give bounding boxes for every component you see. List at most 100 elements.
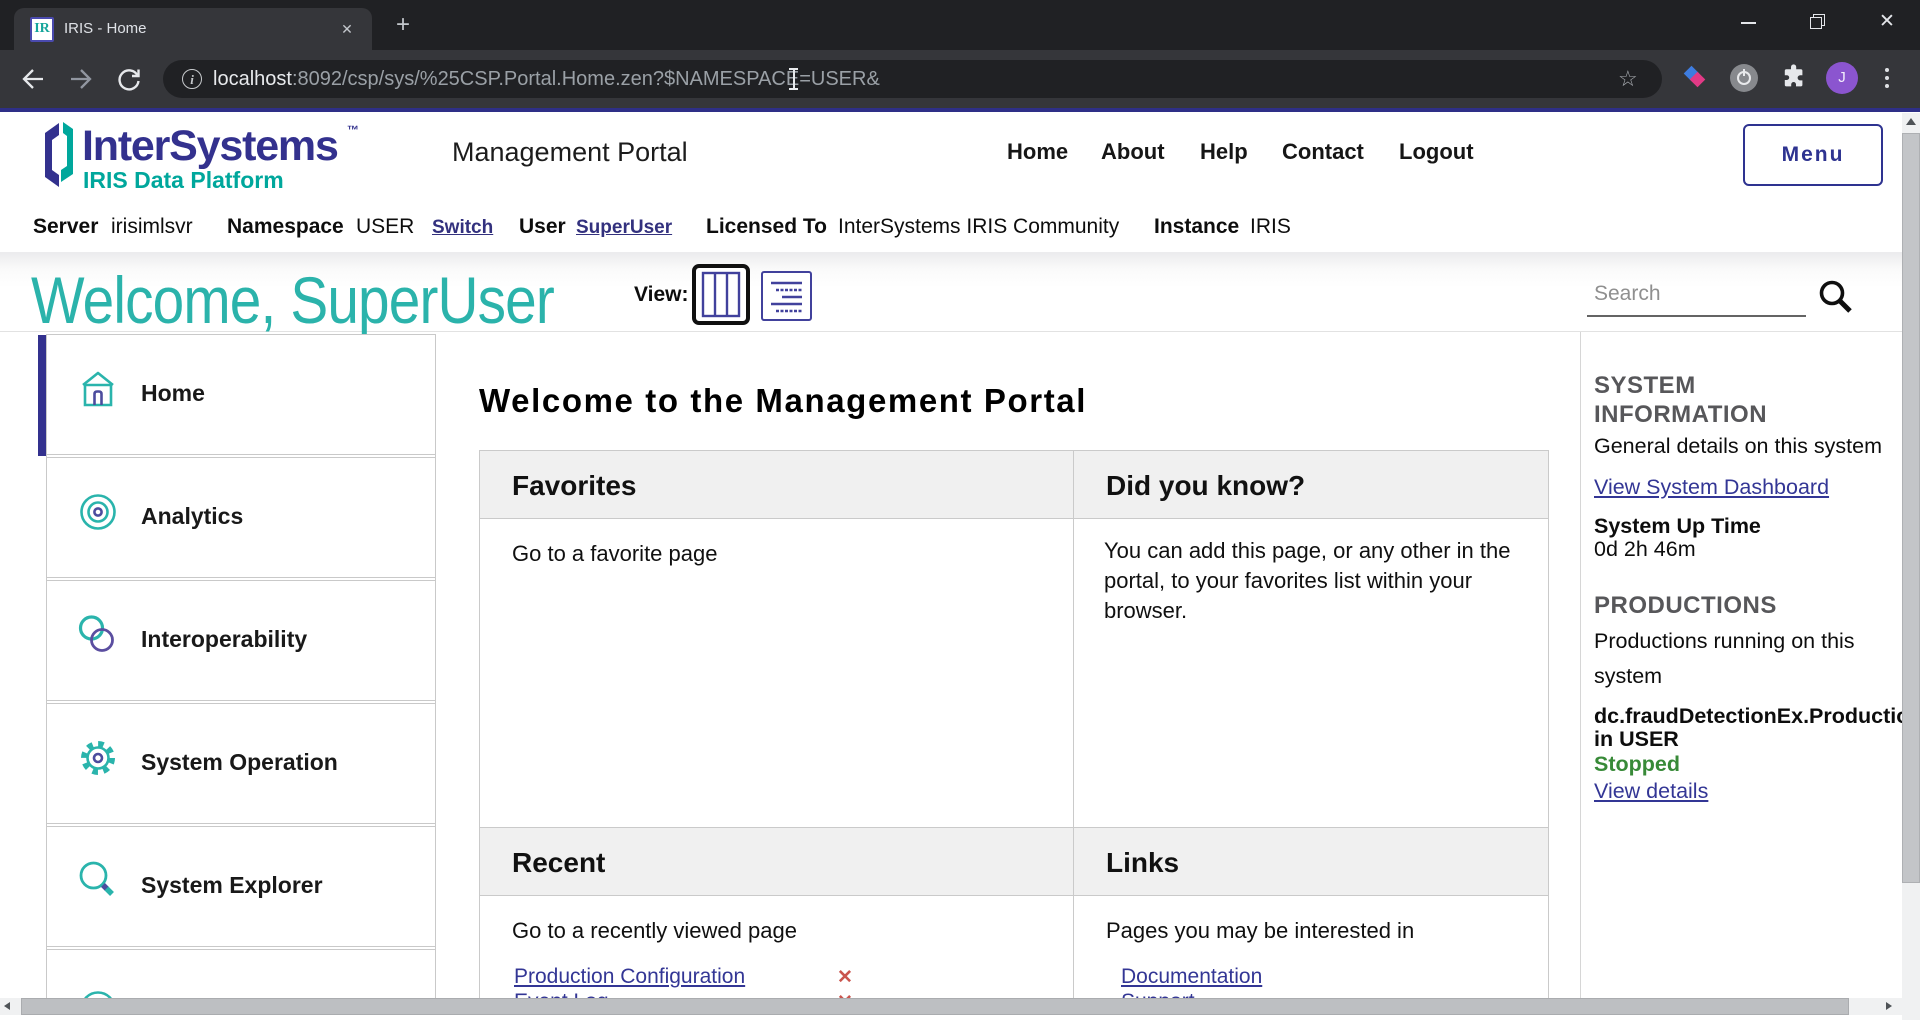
favorites-title: Favorites bbox=[512, 470, 637, 502]
extension-power-icon[interactable] bbox=[1729, 63, 1759, 93]
links-title: Links bbox=[1106, 847, 1179, 879]
forward-button[interactable] bbox=[65, 63, 97, 95]
columns-view-icon bbox=[696, 268, 746, 321]
recent-header-cell: Recent bbox=[479, 827, 1074, 896]
new-tab-button[interactable]: + bbox=[390, 13, 416, 39]
page-title: Management Portal bbox=[452, 137, 688, 168]
scroll-up-icon[interactable] bbox=[1902, 113, 1920, 131]
recent-intro-text: Go to a recently viewed page bbox=[512, 918, 797, 944]
extension-diamond-icon[interactable] bbox=[1680, 63, 1710, 93]
switch-link[interactable]: Switch bbox=[432, 217, 493, 239]
system-information-panel: SYSTEM INFORMATION General details on th… bbox=[1580, 332, 1902, 998]
system-up-time-value: 0d 2h 46m bbox=[1594, 537, 1696, 562]
page-info-icon[interactable]: i bbox=[182, 69, 202, 89]
production-namespace: in USER bbox=[1594, 727, 1679, 752]
scroll-left-icon[interactable] bbox=[4, 1002, 10, 1010]
logo-brand-text: InterSystems bbox=[82, 122, 338, 170]
productions-subtitle: Productions running on this system bbox=[1594, 624, 1864, 693]
links-link-row: Documentation bbox=[1121, 965, 1262, 989]
favorites-header-cell: Favorites bbox=[479, 450, 1074, 519]
nav-link-help[interactable]: Help bbox=[1200, 139, 1248, 165]
intersystems-logo[interactable]: InterSystems ™ IRIS Data Platform bbox=[42, 120, 372, 199]
back-button[interactable] bbox=[17, 63, 49, 95]
nav-link-home[interactable]: Home bbox=[1007, 139, 1068, 165]
licensed-to-value: InterSystems IRIS Community bbox=[838, 215, 1119, 239]
user-link[interactable]: SuperUser bbox=[576, 217, 672, 239]
logo-mark-right bbox=[61, 122, 73, 182]
view-columns-button[interactable] bbox=[692, 264, 750, 325]
vertical-scrollbar[interactable] bbox=[1902, 113, 1920, 1020]
didyouknow-title: Did you know? bbox=[1106, 470, 1305, 502]
sidebar-item-label: Home bbox=[141, 380, 205, 407]
namespace-value: USER bbox=[356, 215, 414, 239]
browser-tab[interactable]: IR IRIS - Home ✕ bbox=[14, 8, 372, 50]
sidebar-item-label: System Operation bbox=[141, 749, 338, 776]
window-restore-button[interactable] bbox=[1809, 13, 1827, 31]
browser-tabstrip: IR IRIS - Home ✕ + ✕ bbox=[0, 0, 1920, 50]
sidebar-menu: Home Analytics Interoperability bbox=[46, 334, 436, 1020]
horizontal-scrollbar[interactable] bbox=[0, 998, 1902, 1015]
didyouknow-header-cell: Did you know? bbox=[1073, 450, 1549, 519]
browser-menu-kebab-icon[interactable] bbox=[1880, 63, 1894, 95]
recent-link-production-configuration[interactable]: Production Configuration bbox=[514, 965, 745, 988]
extensions-puzzle-icon[interactable] bbox=[1778, 63, 1808, 93]
window-close-button[interactable]: ✕ bbox=[1878, 13, 1896, 31]
sidebar-item-label: Analytics bbox=[141, 503, 243, 530]
analytics-icon bbox=[77, 491, 119, 533]
recent-link-row: Production Configuration ✕ bbox=[514, 965, 745, 989]
browser-toolbar: i localhost:8092/csp/sys/%25CSP.Portal.H… bbox=[0, 50, 1920, 108]
productions-title: PRODUCTIONS bbox=[1594, 591, 1777, 620]
reload-button[interactable] bbox=[113, 63, 145, 95]
sidebar-item-home[interactable]: Home bbox=[47, 334, 435, 455]
bookmark-star-icon[interactable]: ☆ bbox=[1618, 68, 1640, 90]
server-label: Server bbox=[33, 215, 98, 239]
namespace-label: Namespace bbox=[227, 215, 344, 239]
view-system-dashboard-link[interactable]: View System Dashboard bbox=[1594, 475, 1829, 499]
search-underline bbox=[1587, 315, 1806, 317]
menu-button[interactable]: Menu bbox=[1743, 124, 1883, 186]
remove-recent-icon[interactable]: ✕ bbox=[837, 966, 853, 989]
logo-mark-left bbox=[45, 123, 59, 187]
main-heading: Welcome to the Management Portal bbox=[479, 382, 1087, 420]
system-information-subtitle: General details on this system bbox=[1594, 434, 1882, 459]
nav-link-contact[interactable]: Contact bbox=[1282, 139, 1364, 165]
window-minimize-button[interactable] bbox=[1740, 13, 1758, 31]
sidebar-item-system-operation[interactable]: System Operation bbox=[47, 703, 435, 824]
view-list-button[interactable] bbox=[761, 271, 812, 321]
view-label: View: bbox=[634, 283, 688, 307]
nav-link-logout[interactable]: Logout bbox=[1399, 139, 1474, 165]
sidebar-item-interoperability[interactable]: Interoperability bbox=[47, 580, 435, 701]
vertical-scrollbar-thumb[interactable] bbox=[1902, 133, 1920, 883]
search-icon[interactable] bbox=[1817, 278, 1855, 321]
system-explorer-magnifier-icon bbox=[77, 860, 119, 902]
welcome-strip: Welcome, SuperUser View: Search bbox=[0, 252, 1920, 332]
sidebar-item-analytics[interactable]: Analytics bbox=[47, 457, 435, 578]
browser-profile-avatar[interactable]: J bbox=[1826, 62, 1858, 94]
links-header-cell: Links bbox=[1073, 827, 1549, 896]
user-label: User bbox=[519, 215, 566, 239]
list-view-icon bbox=[763, 273, 810, 319]
didyouknow-body-text: You can add this page, or any other in t… bbox=[1104, 536, 1522, 626]
server-value: irisimlsvr bbox=[111, 215, 193, 239]
tab-close-icon[interactable]: ✕ bbox=[336, 18, 358, 40]
sidebar-item-system-explorer[interactable]: System Explorer bbox=[47, 826, 435, 947]
didyouknow-body-cell: You can add this page, or any other in t… bbox=[1073, 518, 1549, 828]
search-input[interactable]: Search bbox=[1594, 282, 1661, 306]
address-bar[interactable]: i localhost:8092/csp/sys/%25CSP.Portal.H… bbox=[163, 60, 1662, 98]
scrollbar-corner bbox=[1902, 998, 1920, 1020]
sidebar-item-label: Interoperability bbox=[141, 626, 307, 653]
tab-title: IRIS - Home bbox=[64, 20, 147, 37]
interoperability-icon bbox=[77, 614, 119, 656]
url-text[interactable]: localhost:8092/csp/sys/%25CSP.Portal.Hom… bbox=[213, 68, 880, 91]
link-documentation[interactable]: Documentation bbox=[1121, 965, 1262, 988]
logo-tm: ™ bbox=[347, 123, 359, 137]
system-information-title: SYSTEM INFORMATION bbox=[1594, 371, 1844, 429]
scroll-right-icon[interactable] bbox=[1886, 1002, 1892, 1010]
view-details-link[interactable]: View details bbox=[1594, 779, 1708, 803]
horizontal-scrollbar-thumb[interactable] bbox=[21, 998, 1849, 1015]
nav-link-about[interactable]: About bbox=[1101, 139, 1165, 165]
system-operation-gear-icon bbox=[77, 737, 119, 779]
logo-subtitle-text: IRIS Data Platform bbox=[83, 167, 284, 193]
text-cursor-icon bbox=[788, 67, 799, 91]
licensed-to-label: Licensed To bbox=[706, 215, 827, 239]
